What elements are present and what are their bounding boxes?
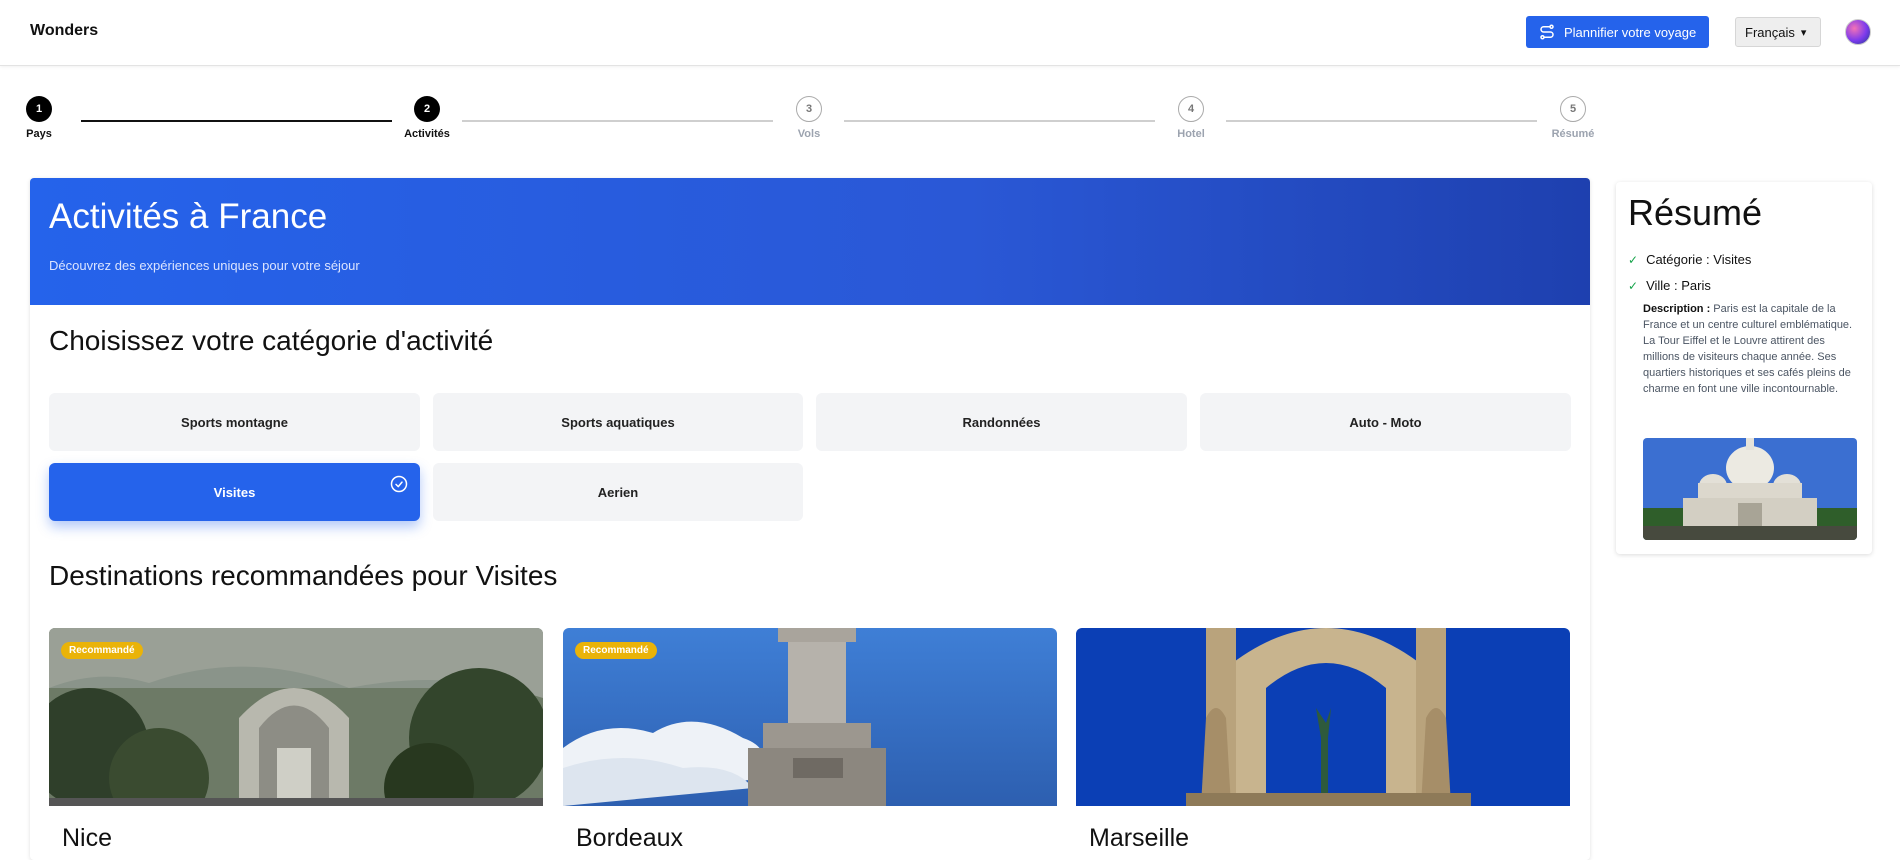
- check-icon: ✓: [1628, 278, 1639, 293]
- destination-name: Marseille: [1089, 824, 1190, 852]
- step-connector-2: [462, 120, 773, 122]
- category-sports-aquatiques[interactable]: Sports aquatiques: [433, 393, 803, 451]
- brand-logo[interactable]: Wonders: [30, 22, 98, 40]
- step-number: 4: [1178, 96, 1204, 122]
- destination-card-bordeaux[interactable]: Recommandé Bordeaux: [563, 628, 1057, 860]
- summary-city: ✓ Ville : Paris: [1628, 278, 1711, 293]
- plan-trip-label: Plannifier votre voyage: [1564, 24, 1697, 40]
- summary-category-text: Catégorie : Visites: [1646, 252, 1752, 267]
- language-value: Français: [1745, 24, 1795, 40]
- category-randonnees[interactable]: Randonnées: [816, 393, 1187, 451]
- category-visites[interactable]: Visites: [49, 463, 420, 521]
- step-resume[interactable]: 5 Résumé: [1533, 96, 1613, 140]
- destination-name: Nice: [62, 824, 113, 852]
- page-title: Activités à France: [49, 197, 328, 236]
- summary-panel: Résumé ✓ Catégorie : Visites ✓ Ville : P…: [1616, 182, 1872, 554]
- top-navbar: Wonders Plannifier votre voyage Français…: [0, 0, 1900, 66]
- summary-title: Résumé: [1628, 192, 1763, 233]
- recommended-badge: Recommandé: [61, 642, 143, 659]
- summary-category: ✓ Catégorie : Visites: [1628, 252, 1751, 267]
- step-connector-1: [81, 120, 392, 122]
- description-label: Description :: [1643, 303, 1711, 315]
- avatar[interactable]: [1845, 19, 1871, 45]
- step-connector-4: [1226, 120, 1537, 122]
- step-number: 3: [796, 96, 822, 122]
- category-section-title: Choisissez votre catégorie d'activité: [49, 325, 494, 356]
- destination-card-marseille[interactable]: Marseille: [1076, 628, 1570, 860]
- page-subtitle: Découvrez des expériences uniques pour v…: [49, 258, 360, 273]
- destinations-section-title: Destinations recommandées pour Visites: [49, 560, 558, 591]
- step-vols[interactable]: 3 Vols: [769, 96, 849, 140]
- step-label: Pays: [26, 128, 52, 140]
- step-pays[interactable]: 1 Pays: [0, 96, 79, 140]
- sacre-coeur-image: [1643, 438, 1857, 540]
- language-select[interactable]: Français ▾: [1735, 17, 1821, 47]
- step-label: Hotel: [1177, 128, 1205, 140]
- destination-name: Bordeaux: [576, 824, 684, 852]
- category-label: Visites: [213, 484, 256, 500]
- category-auto-moto[interactable]: Auto - Moto: [1200, 393, 1571, 451]
- summary-city-image: [1643, 438, 1857, 540]
- step-hotel[interactable]: 4 Hotel: [1151, 96, 1231, 140]
- step-activites[interactable]: 2 Activités: [387, 96, 467, 140]
- step-label: Résumé: [1551, 128, 1595, 140]
- category-aerien[interactable]: Aerien: [433, 463, 803, 521]
- chevron-down-icon: ▾: [1800, 26, 1807, 39]
- step-connector-3: [844, 120, 1155, 122]
- hero-banner: Activités à France Découvrez des expérie…: [30, 178, 1590, 305]
- destination-image: [1076, 628, 1570, 806]
- category-sports-montagne[interactable]: Sports montagne: [49, 393, 420, 451]
- check-icon: ✓: [1628, 252, 1639, 267]
- step-label: Activités: [404, 128, 450, 140]
- plan-trip-button[interactable]: Plannifier votre voyage: [1526, 16, 1709, 48]
- step-number: 1: [26, 96, 52, 122]
- progress-stepper: 1 Pays 2 Activités 3 Vols 4 Hotel 5 Résu…: [26, 96, 1600, 146]
- step-label: Vols: [797, 128, 821, 140]
- destination-card-nice[interactable]: Recommandé Nice: [49, 628, 543, 860]
- check-circle-icon: [390, 475, 408, 493]
- step-number: 5: [1560, 96, 1586, 122]
- recommended-badge: Recommandé: [575, 642, 657, 659]
- step-number: 2: [414, 96, 440, 122]
- description-text: Paris est la capitale de la France et un…: [1643, 303, 1853, 395]
- route-icon: [1540, 24, 1554, 40]
- activities-panel: Activités à France Découvrez des expérie…: [30, 178, 1590, 860]
- summary-city-text: Ville : Paris: [1646, 278, 1711, 293]
- summary-description: Description : Paris est la capitale de l…: [1643, 301, 1859, 397]
